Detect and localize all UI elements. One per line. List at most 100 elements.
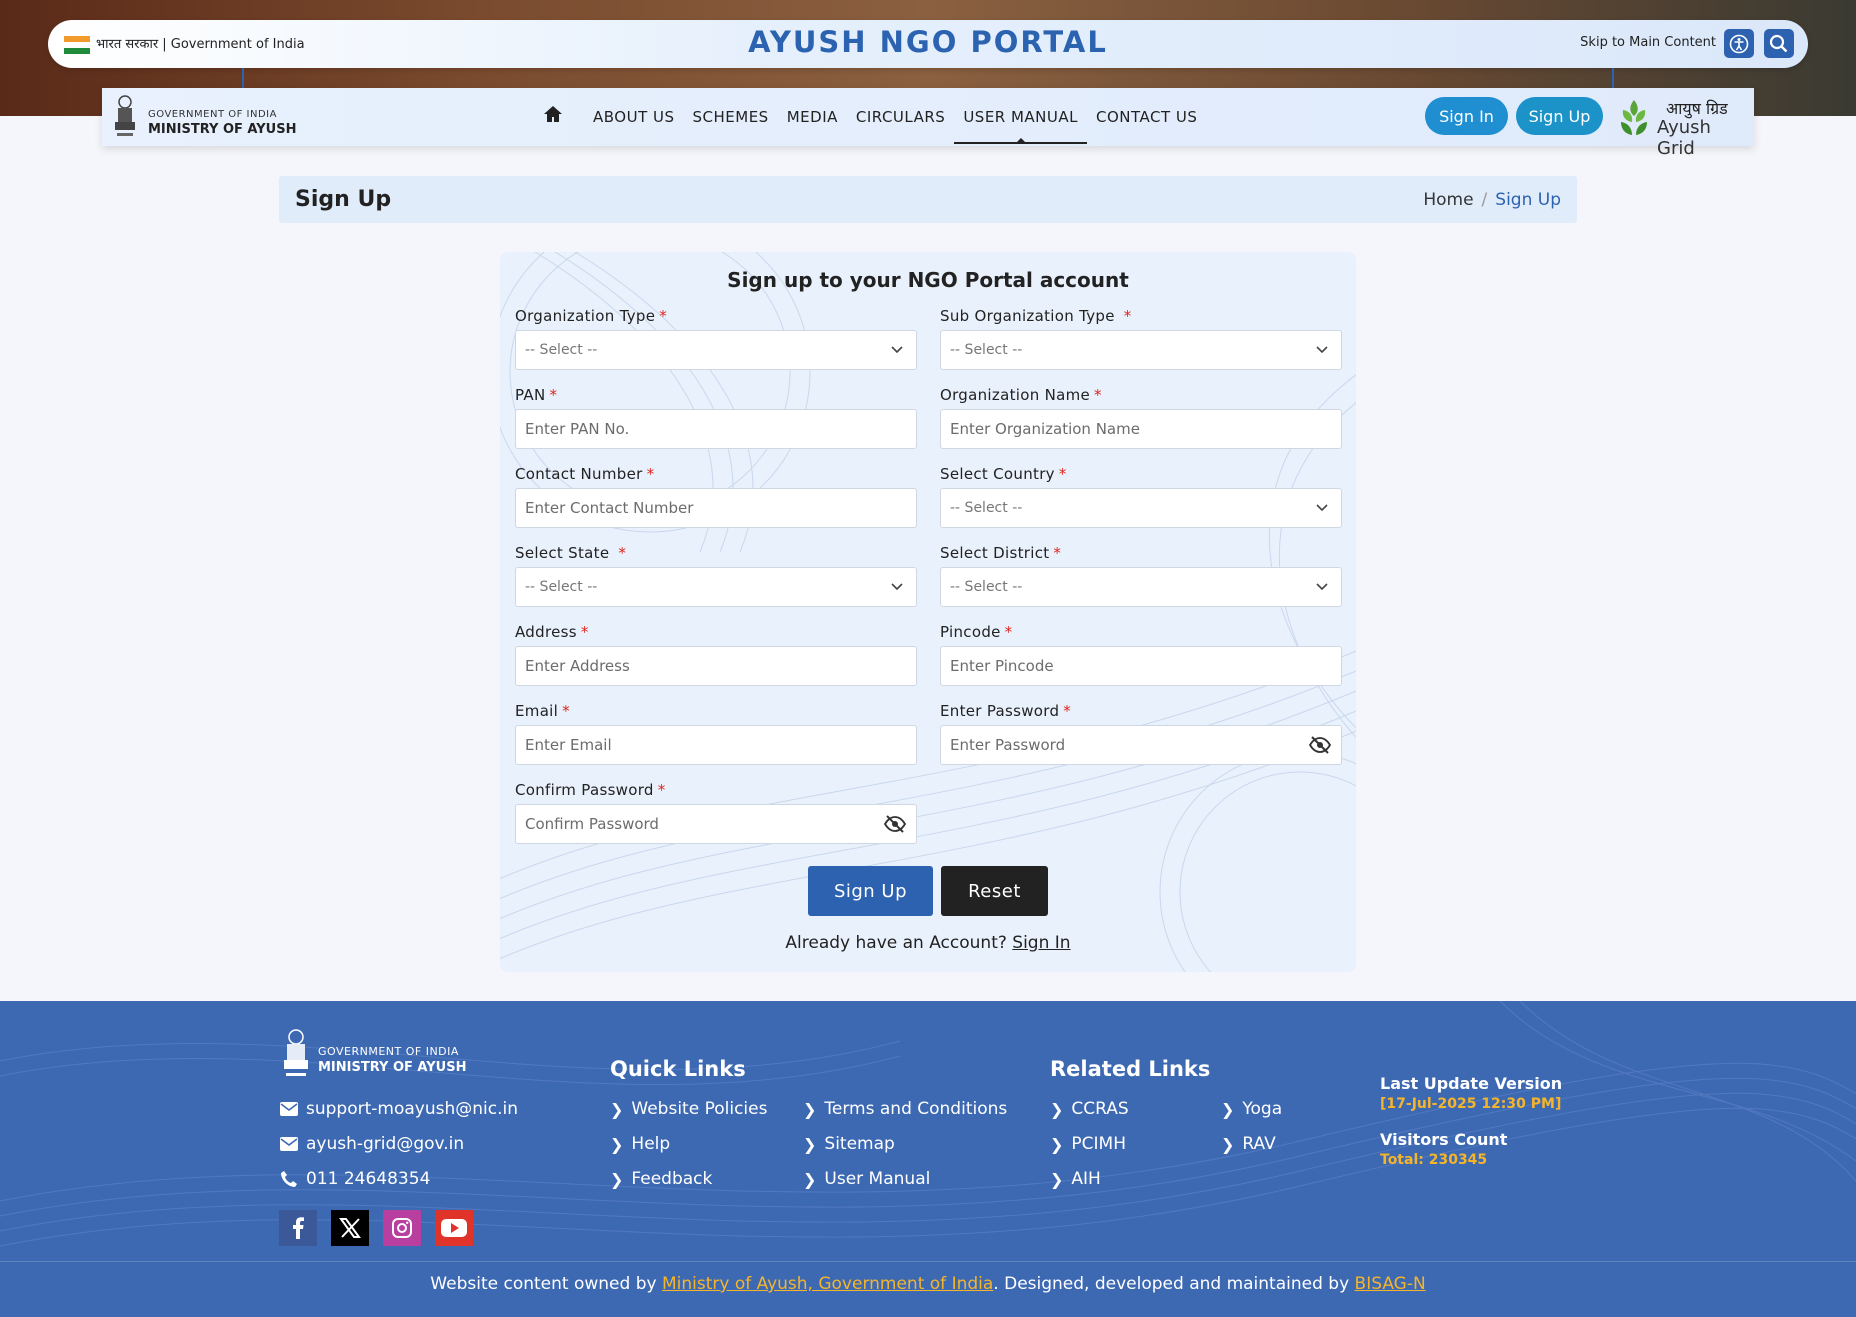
pincode-input[interactable]: Enter Pincode [940,646,1342,686]
page-title: Sign Up [295,187,392,212]
nav-contact-us[interactable]: CONTACT US [1087,106,1206,144]
footer-phone[interactable]: 011 24648354 [280,1169,430,1189]
breadcrumb: Home / Sign Up [1423,190,1561,210]
nav-about-us[interactable]: ABOUT US [584,106,684,144]
accessibility-icon [1729,34,1749,53]
form-heading: Sign up to your NGO Portal account [727,268,1129,292]
instagram-link[interactable] [383,1210,421,1246]
x-icon [339,1218,361,1238]
footer-link-yoga[interactable]: ❯ Yoga [1221,1099,1282,1119]
password-input[interactable]: Enter Password [940,725,1342,765]
chevron-right-icon: ❯ [803,1169,817,1189]
email-input[interactable]: Enter Email [515,725,917,765]
facebook-link[interactable] [279,1210,317,1246]
eye-slash-icon[interactable] [1309,736,1331,754]
footer-link-sitemap[interactable]: ❯ Sitemap [803,1134,895,1154]
portal-title: AYUSH NGO PORTAL [748,25,1108,59]
visitors-count-value: Total: 230345 [1380,1152,1488,1168]
password-label: Enter Password * [940,702,1072,720]
breadcrumb-separator: / [1481,190,1488,210]
chevron-right-icon: ❯ [1050,1134,1064,1154]
sub-org-type-select[interactable]: -- Select -- [940,330,1342,370]
footer-link-feedback[interactable]: ❯ Feedback [610,1169,712,1189]
last-update-value: [17-Jul-2025 12:30 PM] [1380,1096,1562,1112]
footer-credits: Website content owned by Ministry of Ayu… [430,1274,1426,1294]
state-label: Select State * [515,544,627,562]
email-label: Email * [515,702,570,720]
footer-link-pcimh[interactable]: ❯ PCIMH [1050,1134,1126,1154]
search-icon [1769,34,1788,52]
quick-links-heading: Quick Links [610,1057,746,1081]
youtube-link[interactable] [435,1210,473,1246]
signin-button[interactable]: Sign In [1425,97,1508,135]
country-label: Select Country * [940,465,1067,483]
ministry-line2: MINISTRY OF AYUSH [148,122,297,137]
signin-link[interactable]: Sign In [1012,933,1070,953]
nav-schemes[interactable]: SCHEMES [684,106,778,144]
phone-icon [281,1171,297,1187]
footer-link-ccras[interactable]: ❯ CCRAS [1050,1099,1129,1119]
breadcrumb-current: Sign Up [1495,190,1561,210]
chevron-down-icon [891,346,903,354]
accessibility-button[interactable] [1724,29,1754,58]
chevron-right-icon: ❯ [1221,1134,1235,1154]
pan-input[interactable]: Enter PAN No. [515,409,917,449]
chevron-right-icon: ❯ [610,1134,624,1154]
nav-circulars[interactable]: CIRCULARS [847,106,954,144]
district-label: Select District * [940,544,1062,562]
already-account-text: Already have an Account? Sign In [785,933,1071,953]
footer-link-user-manual[interactable]: ❯ User Manual [803,1169,930,1189]
address-input[interactable]: Enter Address [515,646,917,686]
signup-button[interactable]: Sign Up [1516,97,1603,135]
address-label: Address * [515,623,589,641]
footer-link-terms[interactable]: ❯ Terms and Conditions [803,1099,1007,1119]
instagram-icon [392,1218,412,1238]
contact-number-input[interactable]: Enter Contact Number [515,488,917,528]
chevron-right-icon: ❯ [610,1169,624,1189]
chevron-down-icon [891,583,903,591]
ayush-grid-logo-icon[interactable] [1615,96,1653,140]
skip-to-main-content-link[interactable]: Skip to Main Content [1580,35,1716,50]
nav-user-manual[interactable]: USER MANUAL [954,106,1088,144]
footer-ministry-line2: MINISTRY OF AYUSH [318,1060,467,1075]
org-type-label: Organization Type * [515,307,668,325]
footer-email-support[interactable]: support-moayush@nic.in [280,1099,518,1119]
footer-link-aih[interactable]: ❯ AIH [1050,1169,1101,1189]
related-links-heading: Related Links [1050,1057,1211,1081]
reset-button[interactable]: Reset [941,866,1048,916]
state-select[interactable]: -- Select -- [515,567,917,607]
last-update-label: Last Update Version [1380,1074,1563,1093]
contact-number-label: Contact Number * [515,465,655,483]
confirm-password-label: Confirm Password * [515,781,666,799]
footer-email-grid[interactable]: ayush-grid@gov.in [280,1134,464,1154]
org-type-select[interactable]: -- Select -- [515,330,917,370]
signup-submit-button[interactable]: Sign Up [808,866,933,916]
nav-media[interactable]: MEDIA [778,106,847,144]
eye-slash-icon[interactable] [884,815,906,833]
chevron-down-icon [1316,583,1328,591]
footer-link-help[interactable]: ❯ Help [610,1134,670,1154]
country-select[interactable]: -- Select -- [940,488,1342,528]
ayush-grid-english-label: Ayush Grid [1657,117,1711,159]
org-name-input[interactable]: Enter Organization Name [940,409,1342,449]
breadcrumb-home[interactable]: Home [1423,190,1473,210]
footer-link-website-policies[interactable]: ❯ Website Policies [610,1099,767,1119]
pan-label: PAN * [515,386,558,404]
district-select[interactable]: -- Select -- [940,567,1342,607]
search-button[interactable] [1764,29,1794,58]
signup-form-card: Sign up to your NGO Portal account Organ… [500,252,1356,972]
top-bar: भारत सरकार | Government of India AYUSH N… [48,20,1808,68]
national-emblem-icon [284,1029,308,1076]
pincode-label: Pincode * [940,623,1013,641]
footer-link-rav[interactable]: ❯ RAV [1221,1134,1276,1154]
sub-org-type-label: Sub Organization Type * [940,307,1132,325]
chevron-down-icon [1316,346,1328,354]
bisag-link[interactable]: BISAG-N [1355,1274,1426,1294]
ministry-link[interactable]: Ministry of Ayush, Government of India [662,1274,993,1294]
home-icon[interactable] [543,105,563,123]
confirm-password-input[interactable]: Confirm Password [515,804,917,844]
chevron-right-icon: ❯ [610,1099,624,1119]
footer-background-pattern [0,1001,1856,1247]
page-header-bar: Sign Up Home / Sign Up [279,176,1577,223]
x-link[interactable] [331,1210,369,1246]
